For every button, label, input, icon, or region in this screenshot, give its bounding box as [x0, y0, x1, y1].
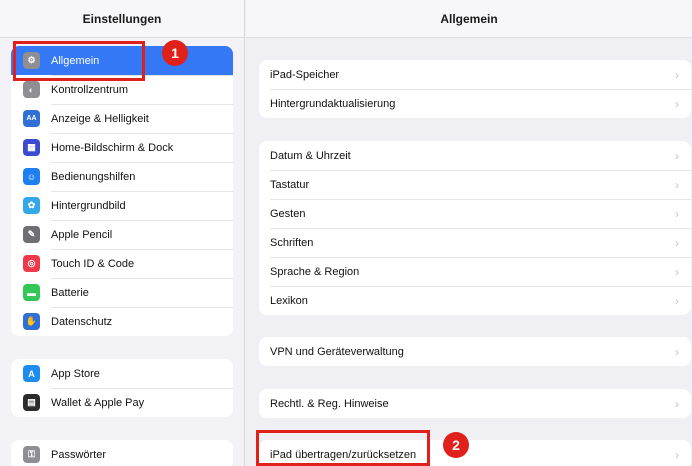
pencil-icon: ✎	[23, 226, 40, 243]
fingerprint-icon: ◎	[23, 255, 40, 272]
sidebar-item-datenschutz[interactable]: ✋ Datenschutz	[11, 307, 233, 336]
sidebar-item-label: Batterie	[51, 286, 89, 299]
row-label: Hintergrundaktualisierung	[270, 97, 396, 110]
row-label: Schriften	[270, 236, 314, 249]
sidebar-item-label: Apple Pencil	[51, 228, 113, 241]
sidebar-item-passwoerter[interactable]: ⚿ Passwörter	[11, 440, 233, 466]
wallet-icon: ▤	[23, 394, 40, 411]
sidebar-item-touch-id[interactable]: ◎ Touch ID & Code	[11, 249, 233, 278]
row-ipad-speicher[interactable]: iPad-Speicher ›	[259, 60, 691, 89]
sidebar-item-label: App Store	[51, 367, 100, 380]
chevron-right-icon: ›	[675, 235, 679, 250]
row-label: Sprache & Region	[270, 265, 360, 278]
sidebar-item-apple-pencil[interactable]: ✎ Apple Pencil	[11, 220, 233, 249]
row-hintergrundaktualisierung[interactable]: Hintergrundaktualisierung ›	[259, 89, 691, 118]
toggles-icon: ◐	[23, 81, 40, 98]
chevron-right-icon: ›	[675, 206, 679, 221]
row-label: Datum & Uhrzeit	[270, 149, 351, 162]
row-label: Lexikon	[270, 294, 308, 307]
grid-icon: ▦	[23, 139, 40, 156]
highlight-box-ipad-uebertragen	[256, 430, 430, 466]
row-lexikon[interactable]: Lexikon ›	[259, 286, 691, 315]
row-label: Tastatur	[270, 178, 310, 191]
chevron-right-icon: ›	[675, 344, 679, 359]
battery-icon: ▬	[23, 284, 40, 301]
sidebar-item-wallet[interactable]: ▤ Wallet & Apple Pay	[11, 388, 233, 417]
sidebar-item-anzeige[interactable]: AA Anzeige & Helligkeit	[11, 104, 233, 133]
sidebar-item-hintergrundbild[interactable]: ✿ Hintergrundbild	[11, 191, 233, 220]
hand-icon: ✋	[23, 313, 40, 330]
row-tastatur[interactable]: Tastatur ›	[259, 170, 691, 199]
sidebar-group-2: A App Store ▤ Wallet & Apple Pay	[11, 359, 233, 417]
general-settings-pane: Allgemein iPad-Speicher › Hintergrundakt…	[246, 0, 692, 466]
chevron-right-icon: ›	[675, 67, 679, 82]
sidebar-item-label: Bedienungshilfen	[51, 170, 136, 183]
row-label: Gesten	[270, 207, 306, 220]
sidebar-item-label: Touch ID & Code	[51, 257, 135, 270]
chevron-right-icon: ›	[675, 148, 679, 163]
general-group-4: Rechtl. & Reg. Hinweise ›	[259, 389, 691, 418]
chevron-right-icon: ›	[675, 264, 679, 279]
chevron-right-icon: ›	[675, 177, 679, 192]
row-datum-uhrzeit[interactable]: Datum & Uhrzeit ›	[259, 141, 691, 170]
sidebar-item-app-store[interactable]: A App Store	[11, 359, 233, 388]
general-group-2: Datum & Uhrzeit › Tastatur › Gesten › Sc…	[259, 141, 691, 315]
app-store-icon: A	[23, 365, 40, 382]
sidebar-item-label: Wallet & Apple Pay	[51, 396, 145, 409]
row-label: iPad-Speicher	[270, 68, 340, 81]
step-1-badge: 1	[162, 40, 188, 66]
row-sprache-region[interactable]: Sprache & Region ›	[259, 257, 691, 286]
chevron-right-icon: ›	[675, 447, 679, 462]
sidebar-item-label: Passwörter	[51, 448, 107, 461]
chevron-right-icon: ›	[675, 96, 679, 111]
row-label: Rechtl. & Reg. Hinweise	[270, 397, 389, 410]
chevron-right-icon: ›	[675, 396, 679, 411]
pane-title: Allgemein	[246, 0, 692, 38]
flower-icon: ✿	[23, 197, 40, 214]
key-icon: ⚿	[23, 446, 40, 463]
highlight-box-allgemein	[13, 41, 145, 81]
general-group-3: VPN und Geräteverwaltung ›	[259, 337, 691, 366]
step-2-badge: 2	[443, 432, 469, 458]
sidebar-item-bedienungshilfen[interactable]: ☺ Bedienungshilfen	[11, 162, 233, 191]
sidebar-item-home-bildschirm[interactable]: ▦ Home-Bildschirm & Dock	[11, 133, 233, 162]
row-schriften[interactable]: Schriften ›	[259, 228, 691, 257]
sidebar-item-label: Datenschutz	[51, 315, 113, 328]
accessibility-icon: ☺	[23, 168, 40, 185]
sidebar-group-3: ⚿ Passwörter	[11, 440, 233, 466]
sidebar-item-label: Hintergrundbild	[51, 199, 126, 212]
row-vpn-geraeteverwaltung[interactable]: VPN und Geräteverwaltung ›	[259, 337, 691, 366]
sidebar-item-batterie[interactable]: ▬ Batterie	[11, 278, 233, 307]
row-rechtliche-hinweise[interactable]: Rechtl. & Reg. Hinweise ›	[259, 389, 691, 418]
general-group-1: iPad-Speicher › Hintergrundaktualisierun…	[259, 60, 691, 118]
text-size-icon: AA	[23, 110, 40, 127]
row-gesten[interactable]: Gesten ›	[259, 199, 691, 228]
row-label: VPN und Geräteverwaltung	[270, 345, 404, 358]
sidebar-item-label: Home-Bildschirm & Dock	[51, 141, 174, 154]
sidebar-title: Einstellungen	[0, 0, 244, 38]
sidebar-item-label: Kontrollzentrum	[51, 83, 129, 96]
chevron-right-icon: ›	[675, 293, 679, 308]
sidebar-group-1: ⚙ Allgemein ◐ Kontrollzentrum AA Anzeige…	[11, 46, 233, 336]
sidebar-item-label: Anzeige & Helligkeit	[51, 112, 149, 125]
